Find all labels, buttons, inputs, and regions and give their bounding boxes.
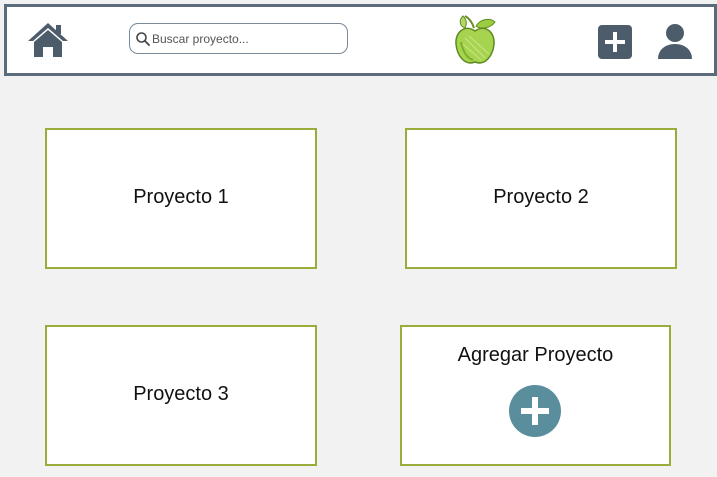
user-button[interactable] [657, 22, 693, 60]
project-card-title: Proyecto 3 [133, 383, 229, 405]
project-card-title: Proyecto 1 [133, 186, 229, 208]
search-box [129, 23, 348, 54]
plus-circle-icon [509, 385, 561, 437]
plus-square-icon [598, 25, 632, 59]
add-project-card[interactable]: Agregar Proyecto [400, 325, 671, 466]
project-card[interactable]: Proyecto 1 [45, 128, 317, 269]
project-card[interactable]: Proyecto 3 [45, 325, 317, 466]
home-button[interactable] [27, 21, 69, 59]
add-project-button[interactable] [509, 385, 561, 437]
project-card-title: Proyecto 2 [493, 186, 589, 208]
top-bar [4, 4, 717, 76]
user-icon [658, 24, 692, 59]
search-icon [136, 32, 150, 46]
add-project-title: Agregar Proyecto [457, 344, 614, 366]
app-logo [451, 12, 499, 68]
apple-logo [455, 15, 496, 64]
project-card[interactable]: Proyecto 2 [405, 128, 677, 269]
home-icon [28, 23, 68, 57]
search-input[interactable] [150, 28, 342, 49]
add-button[interactable] [598, 25, 632, 59]
